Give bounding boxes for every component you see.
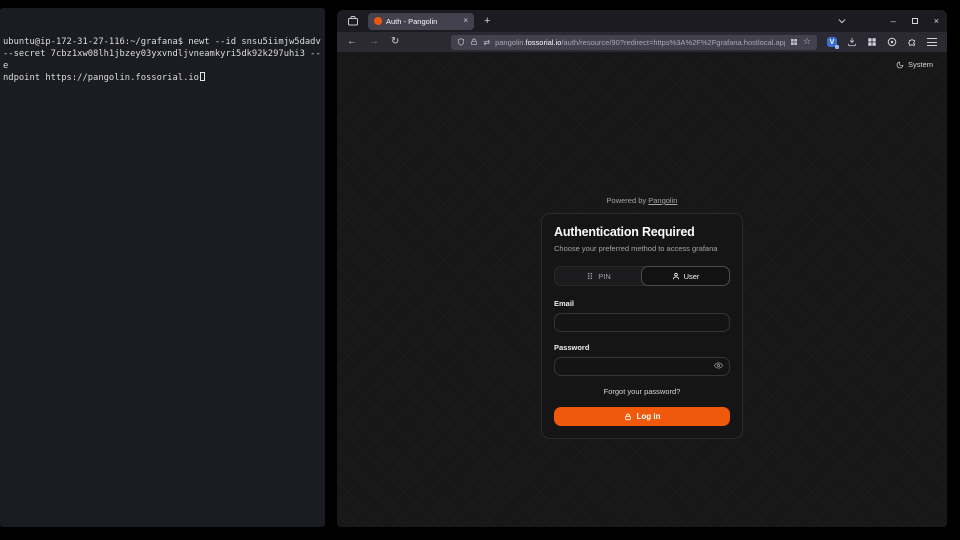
pangolin-favicon-icon (374, 17, 382, 25)
https-lock-icon[interactable] (470, 38, 478, 46)
auth-card: Authentication Required Choose your pref… (541, 213, 743, 439)
apps-grid-icon[interactable] (867, 37, 877, 47)
url-bar[interactable]: ⇄ pangolin.fossorial.io/auth/resource/90… (451, 35, 817, 50)
user-icon (672, 272, 680, 280)
terminal-line: ubuntu@ip-172-31-27-116:~/grafana$ newt … (3, 36, 322, 48)
show-password-eye-icon[interactable] (714, 361, 723, 370)
lock-icon (624, 413, 632, 421)
terminal-window[interactable]: ubuntu@ip-172-31-27-116:~/grafana$ newt … (0, 8, 325, 527)
tab-user-label: User (684, 272, 700, 281)
extension-badge (835, 45, 839, 49)
login-button[interactable]: Log in (554, 407, 730, 426)
password-field-wrap (554, 356, 730, 376)
window-close-button[interactable]: × (934, 17, 939, 26)
email-label: Email (554, 299, 730, 308)
login-button-label: Log in (637, 412, 661, 421)
theme-label: System (908, 60, 933, 69)
tab-pin-label: PIN (598, 272, 611, 281)
theme-toggle[interactable]: System (896, 60, 933, 69)
navigation-toolbar: ← → ↻ ⇄ pangolin.fossorial.io/auth/resou… (337, 32, 947, 52)
extension-letter: V (830, 39, 835, 46)
card-subtitle: Choose your preferred method to access g… (554, 244, 730, 253)
permissions-swap-icon[interactable]: ⇄ (483, 38, 490, 47)
downloads-icon[interactable] (847, 37, 857, 47)
tab-pin[interactable]: PIN (555, 267, 642, 285)
terminal-cursor (200, 72, 205, 81)
firefox-view-icon[interactable] (347, 15, 359, 27)
tracking-shield-icon[interactable] (457, 38, 465, 46)
tab-title: Auth - Pangolin (386, 17, 459, 26)
window-minimize-button[interactable]: – (891, 17, 896, 26)
tab-close-icon[interactable]: × (463, 17, 468, 25)
url-subdomain: pangolin. (495, 38, 525, 47)
window-maximize-button[interactable] (912, 18, 918, 24)
password-input[interactable] (554, 357, 730, 376)
target-extension-icon[interactable] (887, 37, 897, 47)
tab-auth-pangolin[interactable]: Auth - Pangolin × (368, 13, 474, 30)
back-button[interactable]: ← (347, 37, 357, 47)
email-input[interactable] (554, 313, 730, 332)
menu-hamburger-icon[interactable] (927, 38, 937, 46)
reload-button[interactable]: ↻ (391, 37, 399, 47)
tab-user[interactable]: User (641, 266, 730, 286)
tab-bar: Auth - Pangolin × + – × (337, 10, 947, 32)
url-text: pangolin.fossorial.io/auth/resource/90?r… (495, 38, 785, 47)
terminal-line: ndpoint https://pangolin.fossorial.io (3, 73, 199, 83)
list-tabs-chevron-icon[interactable] (837, 16, 847, 26)
extensions-puzzle-icon[interactable] (907, 37, 917, 47)
moon-icon (896, 61, 904, 69)
desktop: ubuntu@ip-172-31-27-116:~/grafana$ newt … (0, 0, 960, 540)
pangolin-link[interactable]: Pangolin (648, 196, 677, 205)
forgot-password-link[interactable]: Forgot your password? (554, 387, 730, 396)
card-title: Authentication Required (554, 225, 730, 239)
toolbar-icons: V (827, 37, 937, 47)
password-label: Password (554, 343, 730, 352)
email-field-wrap (554, 312, 730, 332)
auth-container: Powered by Pangolin Authentication Requi… (337, 196, 947, 439)
auth-page: System Powered by Pangolin Authenticatio… (337, 52, 947, 527)
url-domain: fossorial.io (526, 38, 562, 47)
forward-button[interactable]: → (369, 37, 379, 47)
terminal-line: --secret 7cbz1xw08lh1jbzey03yxvndljvneam… (3, 48, 322, 72)
url-path: /auth/resource/90?redirect=https%3A%2F%2… (561, 38, 785, 47)
keypad-icon (586, 272, 594, 280)
powered-by: Powered by Pangolin (607, 196, 678, 205)
auth-method-tabs: PIN User (554, 266, 730, 286)
browser-window: Auth - Pangolin × + – × ← → ↻ ⇄ pangolin… (337, 10, 947, 527)
container-grid-icon[interactable] (790, 38, 798, 46)
new-tab-button[interactable]: + (484, 16, 490, 27)
bookmark-star-icon[interactable]: ☆ (803, 38, 811, 47)
blue-extension-icon[interactable]: V (827, 37, 837, 47)
powered-by-text: Powered by (607, 196, 647, 205)
